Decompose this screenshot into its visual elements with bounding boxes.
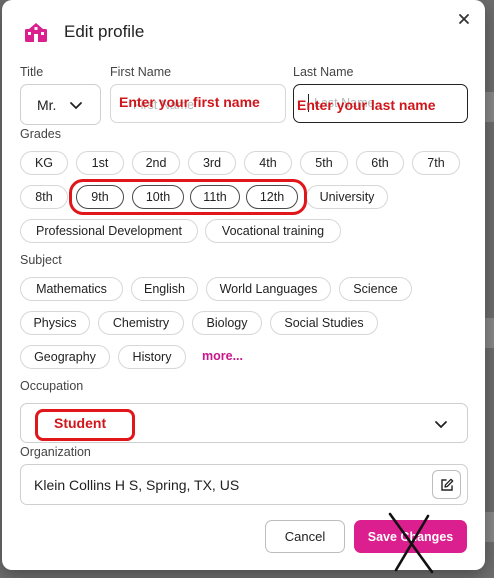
organization-field: Klein Collins H S, Spring, TX, US	[20, 464, 468, 505]
close-icon[interactable]	[455, 10, 473, 28]
subject-chip-social-studies[interactable]: Social Studies	[270, 311, 378, 335]
first-name-label: First Name	[110, 65, 172, 79]
grade-chip-5th[interactable]: 5th	[300, 151, 348, 175]
subject-label: Subject	[20, 253, 62, 267]
title-label: Title	[20, 65, 44, 79]
grade-chip-vocational-training[interactable]: Vocational training	[205, 219, 341, 243]
school-icon	[25, 23, 47, 42]
grade-chip-professional-development[interactable]: Professional Development	[20, 219, 198, 243]
grade-chip-4th[interactable]: 4th	[244, 151, 292, 175]
grade-chip-7th[interactable]: 7th	[412, 151, 460, 175]
grade-chip-kg[interactable]: KG	[20, 151, 68, 175]
first-name-annotation: Enter your first name	[119, 94, 260, 110]
organization-label: Organization	[20, 445, 91, 459]
grade-chip-8th[interactable]: 8th	[20, 185, 68, 209]
grade-chip-6th[interactable]: 6th	[356, 151, 404, 175]
subject-chip-science[interactable]: Science	[339, 277, 412, 301]
subject-chip-physics[interactable]: Physics	[20, 311, 90, 335]
grades-label: Grades	[20, 127, 61, 141]
subject-chip-history[interactable]: History	[118, 345, 186, 369]
title-select[interactable]: Mr.	[20, 84, 101, 125]
subject-chip-biology[interactable]: Biology	[192, 311, 262, 335]
occupation-label: Occupation	[20, 379, 84, 393]
grade-chip-3rd[interactable]: 3rd	[188, 151, 236, 175]
chevron-down-icon	[435, 421, 447, 429]
save-changes-button[interactable]: Save Changes	[354, 520, 467, 553]
more-subjects-link[interactable]: more...	[202, 349, 243, 363]
subject-chip-english[interactable]: English	[131, 277, 198, 301]
grade-chip-university[interactable]: University	[306, 185, 388, 209]
dialog-title: Edit profile	[64, 22, 145, 41]
cancel-button[interactable]: Cancel	[265, 520, 345, 553]
organization-value: Klein Collins H S, Spring, TX, US	[34, 477, 240, 493]
edit-icon	[441, 478, 454, 491]
chevron-down-icon	[70, 102, 82, 110]
edit-organization-button[interactable]	[432, 470, 461, 499]
last-name-label: Last Name	[293, 65, 354, 79]
title-value: Mr.	[37, 96, 57, 113]
subject-chip-chemistry[interactable]: Chemistry	[98, 311, 184, 335]
grade-chip-2nd[interactable]: 2nd	[132, 151, 180, 175]
subject-chip-mathematics[interactable]: Mathematics	[20, 277, 123, 301]
edit-profile-dialog: Edit profile Title First Name Last Name …	[2, 0, 485, 574]
grade-chip-1st[interactable]: 1st	[76, 151, 124, 175]
last-name-annotation: Enter your last name	[297, 97, 436, 113]
occupation-value: Student	[54, 415, 107, 431]
subject-chip-geography[interactable]: Geography	[20, 345, 110, 369]
grades-annotation-highlight	[69, 179, 307, 215]
subject-chip-world-languages[interactable]: World Languages	[206, 277, 331, 301]
